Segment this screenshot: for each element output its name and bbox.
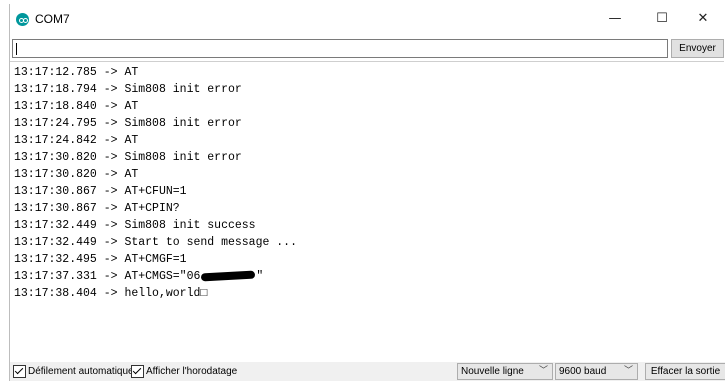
close-button[interactable]: ✕ xyxy=(680,4,725,34)
send-button[interactable]: Envoyer xyxy=(671,39,724,58)
serial-output[interactable]: 13:17:12.785 -> AT 13:17:18.794 -> Sim80… xyxy=(10,61,724,360)
text-caret xyxy=(16,43,17,55)
output-line: 13:17:37.331 -> AT+CMGS="06 " xyxy=(14,270,264,283)
autoscroll-label[interactable]: Défilement automatique xyxy=(28,364,134,379)
chevron-down-icon: ﹀ xyxy=(623,366,633,376)
timestamp-checkbox[interactable] xyxy=(131,365,144,378)
baud-rate-value: 9600 baud xyxy=(559,366,607,377)
output-line: 13:17:30.820 -> Sim808 init error xyxy=(14,151,242,164)
redaction-mark xyxy=(201,270,256,282)
arduino-icon xyxy=(16,13,29,26)
output-line: 13:17:18.840 -> AT xyxy=(14,100,139,113)
line-ending-value: Nouvelle ligne xyxy=(461,366,524,377)
output-line: 13:17:38.404 -> hello,world□ xyxy=(14,287,208,300)
serial-monitor-window: COM7 — ☐ ✕ Envoyer 13:17:12.785 -> AT 13… xyxy=(9,4,725,381)
serial-input[interactable] xyxy=(12,39,668,58)
maximize-button[interactable]: ☐ xyxy=(639,4,685,34)
send-row: Envoyer xyxy=(12,39,724,58)
window-title: COM7 xyxy=(35,12,70,26)
output-line: 13:17:32.449 -> Start to send message ..… xyxy=(14,236,297,249)
output-line: 13:17:30.820 -> AT xyxy=(14,168,139,181)
timestamp-label[interactable]: Afficher l'horodatage xyxy=(146,364,237,379)
line-ending-select[interactable]: Nouvelle ligne ﹀ xyxy=(457,363,553,380)
output-line: 13:17:12.785 -> AT xyxy=(14,66,139,79)
autoscroll-checkbox[interactable] xyxy=(13,365,26,378)
output-line: 13:17:32.495 -> AT+CMGF=1 xyxy=(14,253,187,266)
output-line: 13:17:30.867 -> AT+CPIN? xyxy=(14,202,180,215)
minimize-button[interactable]: — xyxy=(592,4,638,34)
status-bar: Défilement automatique Afficher l'horoda… xyxy=(10,362,725,381)
title-bar[interactable]: COM7 — ☐ ✕ xyxy=(10,4,725,34)
output-line: 13:17:24.842 -> AT xyxy=(14,134,139,147)
clear-output-button[interactable]: Effacer la sortie xyxy=(645,363,725,380)
output-line: 13:17:18.794 -> Sim808 init error xyxy=(14,83,242,96)
output-line: 13:17:24.795 -> Sim808 init error xyxy=(14,117,242,130)
baud-rate-select[interactable]: 9600 baud ﹀ xyxy=(555,363,638,380)
output-line: 13:17:30.867 -> AT+CFUN=1 xyxy=(14,185,187,198)
output-line: 13:17:32.449 -> Sim808 init success xyxy=(14,219,256,232)
chevron-down-icon: ﹀ xyxy=(538,366,548,376)
